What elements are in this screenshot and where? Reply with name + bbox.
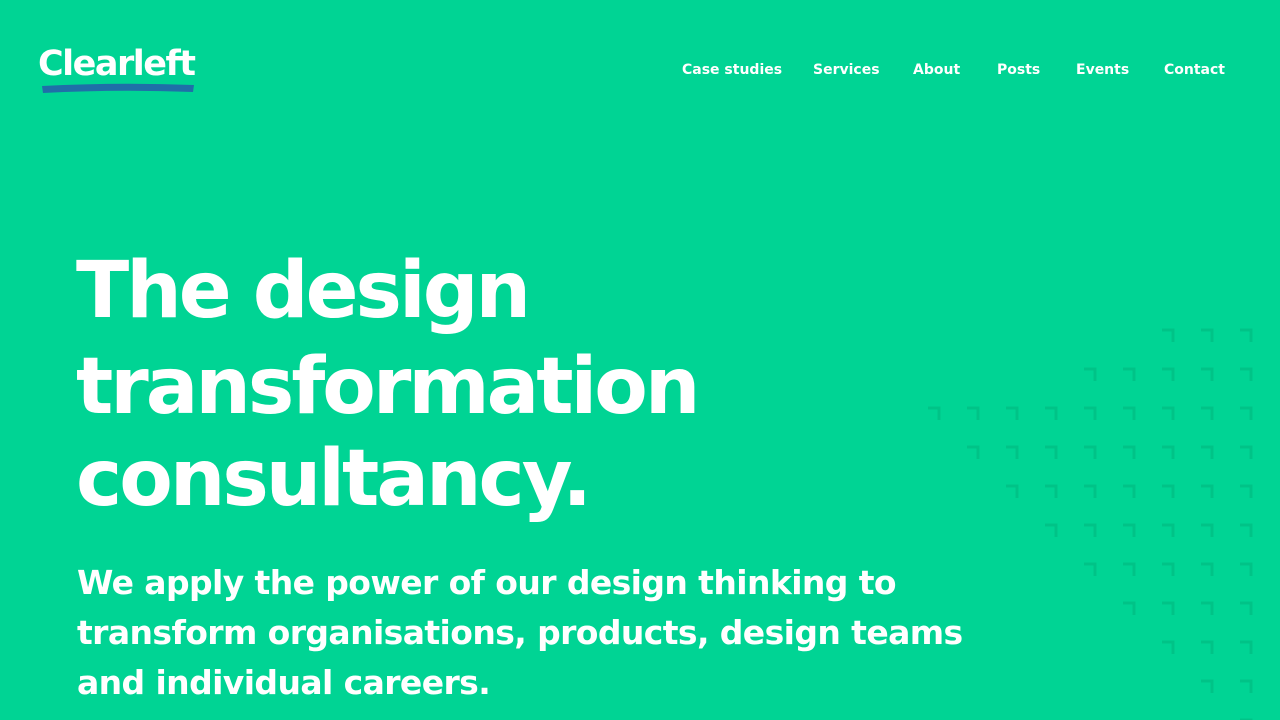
logo-swoosh-icon	[42, 83, 194, 93]
hero-headline-line-2: transformation	[76, 342, 700, 432]
pattern-mark	[1240, 445, 1253, 459]
logo-wordmark: Clearleft	[38, 44, 196, 84]
pattern-mark	[967, 406, 980, 420]
hero-intro-line-1: We apply the power of our design thinkin…	[77, 563, 897, 602]
pattern-mark	[1240, 328, 1253, 342]
pattern-mark	[1240, 367, 1253, 381]
hero-headline-line-3: consultancy.	[76, 434, 592, 524]
hero-headline-line-1: The design	[76, 246, 531, 336]
pattern-mark	[1162, 640, 1175, 654]
pattern-mark	[1201, 640, 1214, 654]
pattern-mark	[1084, 406, 1097, 420]
pattern-mark	[1240, 679, 1253, 693]
pattern-mark	[1162, 445, 1175, 459]
pattern-mark	[1123, 367, 1136, 381]
pattern-mark	[1123, 523, 1136, 537]
pattern-mark	[1162, 406, 1175, 420]
pattern-mark	[1201, 523, 1214, 537]
pattern-mark	[1201, 328, 1214, 342]
pattern-mark	[1240, 601, 1253, 615]
pattern-mark	[1240, 484, 1253, 498]
pattern-mark	[1162, 601, 1175, 615]
pattern-mark	[1201, 484, 1214, 498]
pattern-mark	[1084, 562, 1097, 576]
pattern-mark	[1045, 406, 1058, 420]
page: Clearleft Case studies Services About Po…	[0, 0, 1280, 720]
hero-intro-line-2: transform organisations, products, desig…	[77, 613, 963, 652]
pattern-mark	[1201, 406, 1214, 420]
pattern-mark	[1084, 523, 1097, 537]
pattern-mark	[1084, 445, 1097, 459]
pattern-mark	[1240, 562, 1253, 576]
pattern-mark	[1006, 484, 1019, 498]
nav-item-posts[interactable]: Posts	[995, 60, 1042, 82]
pattern-mark	[1045, 523, 1058, 537]
pattern-mark	[1201, 601, 1214, 615]
pattern-mark	[1240, 406, 1253, 420]
pattern-mark	[1162, 367, 1175, 381]
pattern-mark	[1045, 445, 1058, 459]
pattern-mark	[1123, 484, 1136, 498]
pattern-mark	[1123, 406, 1136, 420]
hero-intro-line-3: and individual careers.	[77, 663, 491, 702]
pattern-mark	[928, 406, 941, 420]
pattern-mark	[1123, 445, 1136, 459]
nav-item-case-studies[interactable]: Case studies	[680, 60, 784, 82]
pattern-mark	[1006, 406, 1019, 420]
pattern-mark	[1084, 367, 1097, 381]
pattern-mark	[1123, 601, 1136, 615]
pattern-mark	[1162, 328, 1175, 342]
nav-item-contact[interactable]: Contact	[1162, 60, 1227, 82]
pattern-mark	[1084, 484, 1097, 498]
pattern-mark	[1201, 679, 1214, 693]
pattern-mark	[1201, 367, 1214, 381]
pattern-mark	[1123, 562, 1136, 576]
clearleft-logo-link[interactable]: Clearleft	[38, 44, 198, 98]
pattern-mark	[1240, 640, 1253, 654]
pattern-mark	[1162, 523, 1175, 537]
pattern-mark	[1162, 562, 1175, 576]
nav-item-about[interactable]: About	[911, 60, 962, 82]
pattern-mark	[1201, 562, 1214, 576]
pattern-mark	[1045, 484, 1058, 498]
pattern-mark	[1240, 523, 1253, 537]
nav-item-services[interactable]: Services	[811, 60, 882, 82]
pattern-mark	[967, 445, 980, 459]
pattern-mark	[1162, 484, 1175, 498]
pattern-mark	[1201, 445, 1214, 459]
nav-item-events[interactable]: Events	[1074, 60, 1131, 82]
pattern-mark	[1006, 445, 1019, 459]
